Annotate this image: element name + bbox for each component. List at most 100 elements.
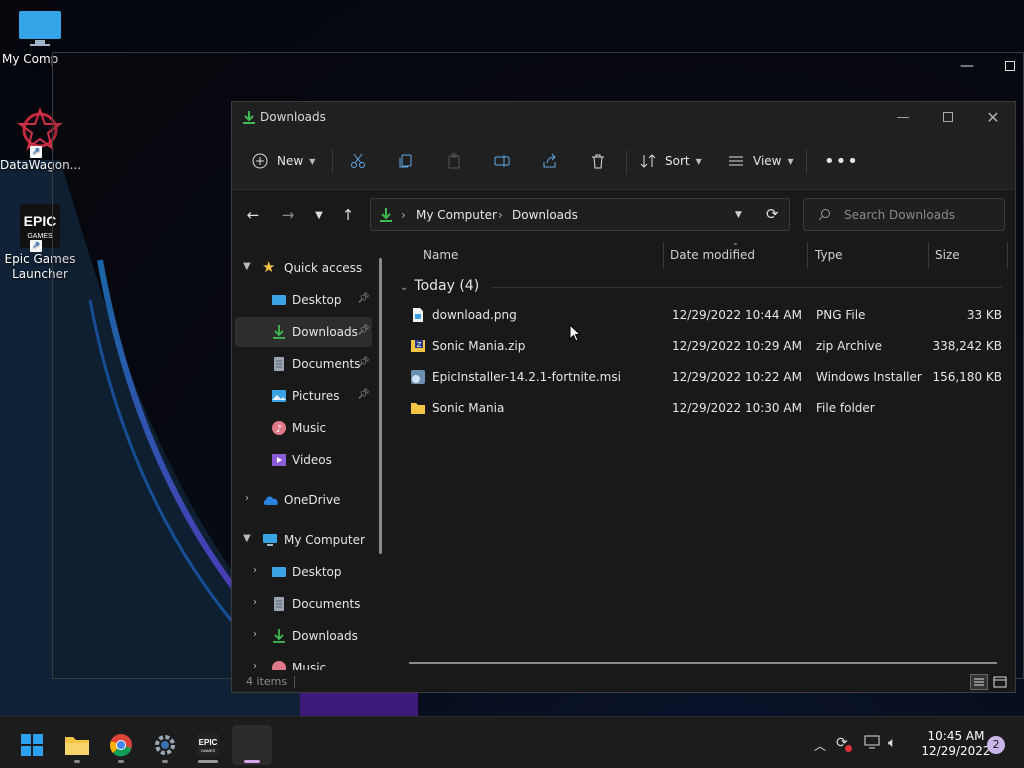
rename-icon — [494, 155, 510, 167]
sidebar-item-downloads[interactable]: Downloads 📌︎ — [235, 317, 372, 347]
navigation-bar: ← → ▼ ↑ › My Computer › Downloads ▼ ⟳ Se… — [232, 190, 1015, 240]
clock-time: 10:45 AM — [927, 729, 985, 743]
background-maximize-button[interactable] — [1005, 61, 1015, 71]
details-view-button[interactable] — [970, 674, 988, 690]
chevron-right-icon: › — [245, 493, 249, 504]
sidebar-item-pc-documents[interactable]: › Documents — [235, 589, 372, 619]
search-input[interactable]: Search Downloads — [803, 198, 1005, 231]
paste-button[interactable] — [446, 148, 462, 174]
file-row[interactable]: download.png 12/29/2022 10:44 AM PNG Fil… — [402, 300, 1007, 330]
sidebar-item-music[interactable]: ♪ Music — [235, 413, 372, 443]
rename-button[interactable] — [494, 148, 510, 174]
sidebar-item-videos[interactable]: Videos — [235, 445, 372, 475]
svg-text:GAMES: GAMES — [27, 233, 53, 240]
sidebar-item-label: Documents — [292, 357, 361, 371]
file-row[interactable]: Z Sonic Mania.zip 12/29/2022 10:29 AM zi… — [402, 331, 1007, 361]
sidebar-item-label: Downloads — [292, 629, 358, 643]
taskbar-epic-games[interactable]: EPIC GAMES — [188, 725, 228, 765]
file-row[interactable]: EpicInstaller-14.2.1-fortnite.msi 12/29/… — [402, 362, 1007, 392]
column-header-name[interactable]: Name — [423, 248, 458, 262]
mouse-cursor-icon — [569, 323, 582, 345]
column-header-date-modified[interactable]: Date modified — [670, 248, 755, 262]
sort-icon — [640, 154, 656, 168]
up-button[interactable]: ↑ — [337, 204, 359, 226]
file-date: 12/29/2022 10:22 AM — [672, 370, 802, 384]
sidebar-item-pc-downloads[interactable]: › Downloads — [235, 621, 372, 651]
sidebar-item-pc-music[interactable]: › Music — [235, 653, 372, 670]
sidebar-item-desktop[interactable]: Desktop 📌︎ — [235, 285, 372, 315]
sidebar-item-documents[interactable]: Documents 📌︎ — [235, 349, 372, 379]
show-hidden-icons-button[interactable]: ︿ — [814, 737, 826, 754]
file-type: zip Archive — [816, 339, 882, 353]
breadcrumb-my-computer[interactable]: My Computer — [416, 208, 497, 222]
delete-button[interactable] — [590, 148, 606, 174]
horizontal-scrollbar[interactable] — [409, 662, 997, 664]
file-size: 338,242 KB — [932, 339, 1002, 353]
plus-circle-icon — [252, 153, 268, 169]
gear-icon — [155, 735, 175, 755]
sidebar-item-pictures[interactable]: Pictures 📌︎ — [235, 381, 372, 411]
music-icon: ♪ — [271, 420, 287, 436]
notification-badge[interactable]: 2 — [987, 736, 1005, 754]
taskbar-active-app[interactable] — [232, 725, 272, 765]
sort-button[interactable]: Sort ▼ — [640, 148, 702, 174]
more-options-button[interactable]: ••• — [824, 148, 859, 174]
sidebar-item-label: Quick access — [284, 261, 363, 275]
view-button[interactable]: View ▼ — [728, 148, 794, 174]
sidebar-scrollbar[interactable] — [379, 258, 382, 554]
window-title: Downloads — [260, 110, 326, 124]
toolbar-separator — [626, 150, 627, 174]
recent-locations-button[interactable]: ▼ — [308, 204, 330, 226]
sidebar-item-label: OneDrive — [284, 493, 341, 507]
taskbar-file-explorer[interactable] — [57, 725, 97, 765]
taskbar-chrome[interactable] — [101, 725, 141, 765]
tiles-view-button[interactable] — [992, 674, 1008, 690]
status-divider — [294, 676, 295, 688]
address-bar[interactable]: › My Computer › Downloads ▼ ⟳ — [370, 198, 790, 231]
cut-button[interactable] — [350, 148, 366, 174]
file-name: Sonic Mania — [432, 401, 505, 415]
sidebar-item-my-computer[interactable]: ▼ My Computer — [235, 525, 372, 555]
chevron-down-icon: ⌄ — [400, 282, 409, 293]
column-header-size[interactable]: Size — [935, 248, 960, 262]
downloads-icon — [271, 628, 287, 644]
column-divider[interactable] — [807, 242, 808, 268]
group-header-today[interactable]: ⌄ Today (4) — [400, 278, 479, 294]
new-button[interactable]: New ▼ — [252, 148, 315, 174]
file-row[interactable]: Sonic Mania 12/29/2022 10:30 AM File fol… — [402, 393, 1007, 423]
chevron-right-icon: › — [253, 597, 257, 608]
address-history-button[interactable]: ▼ — [735, 210, 742, 220]
share-button[interactable] — [542, 148, 558, 174]
sidebar-item-onedrive[interactable]: › OneDrive — [235, 485, 372, 515]
arrow-left-icon: ← — [246, 206, 260, 224]
file-name: download.png — [432, 308, 517, 322]
start-button[interactable] — [12, 725, 52, 765]
column-divider[interactable] — [928, 242, 929, 268]
network-icon[interactable] — [864, 735, 880, 753]
column-header-type[interactable]: Type — [815, 248, 843, 262]
minimize-button[interactable]: — — [880, 102, 926, 132]
volume-icon[interactable]: 🔈︎ — [888, 735, 896, 751]
column-divider[interactable] — [663, 242, 664, 268]
clock[interactable]: 10:45 AM 12/29/2022 — [914, 729, 998, 759]
back-button[interactable]: ← — [242, 204, 264, 226]
scissors-icon — [351, 153, 365, 168]
refresh-button[interactable]: ⟳ — [766, 205, 779, 223]
forward-button[interactable]: → — [277, 204, 299, 226]
chevron-down-icon: ▼ — [243, 533, 251, 544]
sidebar-item-pc-desktop[interactable]: › Desktop — [235, 557, 372, 587]
sidebar-item-quick-access[interactable]: ▼ ★ Quick access — [235, 253, 372, 283]
close-button[interactable]: ✕ — [970, 102, 1015, 132]
view-lines-icon — [729, 156, 743, 166]
sync-icon[interactable]: ⟳ — [836, 735, 852, 752]
background-minimize-button[interactable]: — — [960, 58, 974, 74]
breadcrumb-downloads[interactable]: Downloads — [512, 208, 578, 222]
title-bar[interactable]: Downloads — ✕ — [232, 102, 1015, 132]
windows-logo-icon — [21, 734, 43, 756]
group-label: Today (4) — [414, 278, 480, 294]
file-type: PNG File — [816, 308, 866, 322]
taskbar-settings[interactable] — [145, 725, 185, 765]
column-divider[interactable] — [1007, 242, 1008, 268]
copy-button[interactable] — [398, 148, 414, 174]
maximize-button[interactable] — [925, 102, 971, 132]
